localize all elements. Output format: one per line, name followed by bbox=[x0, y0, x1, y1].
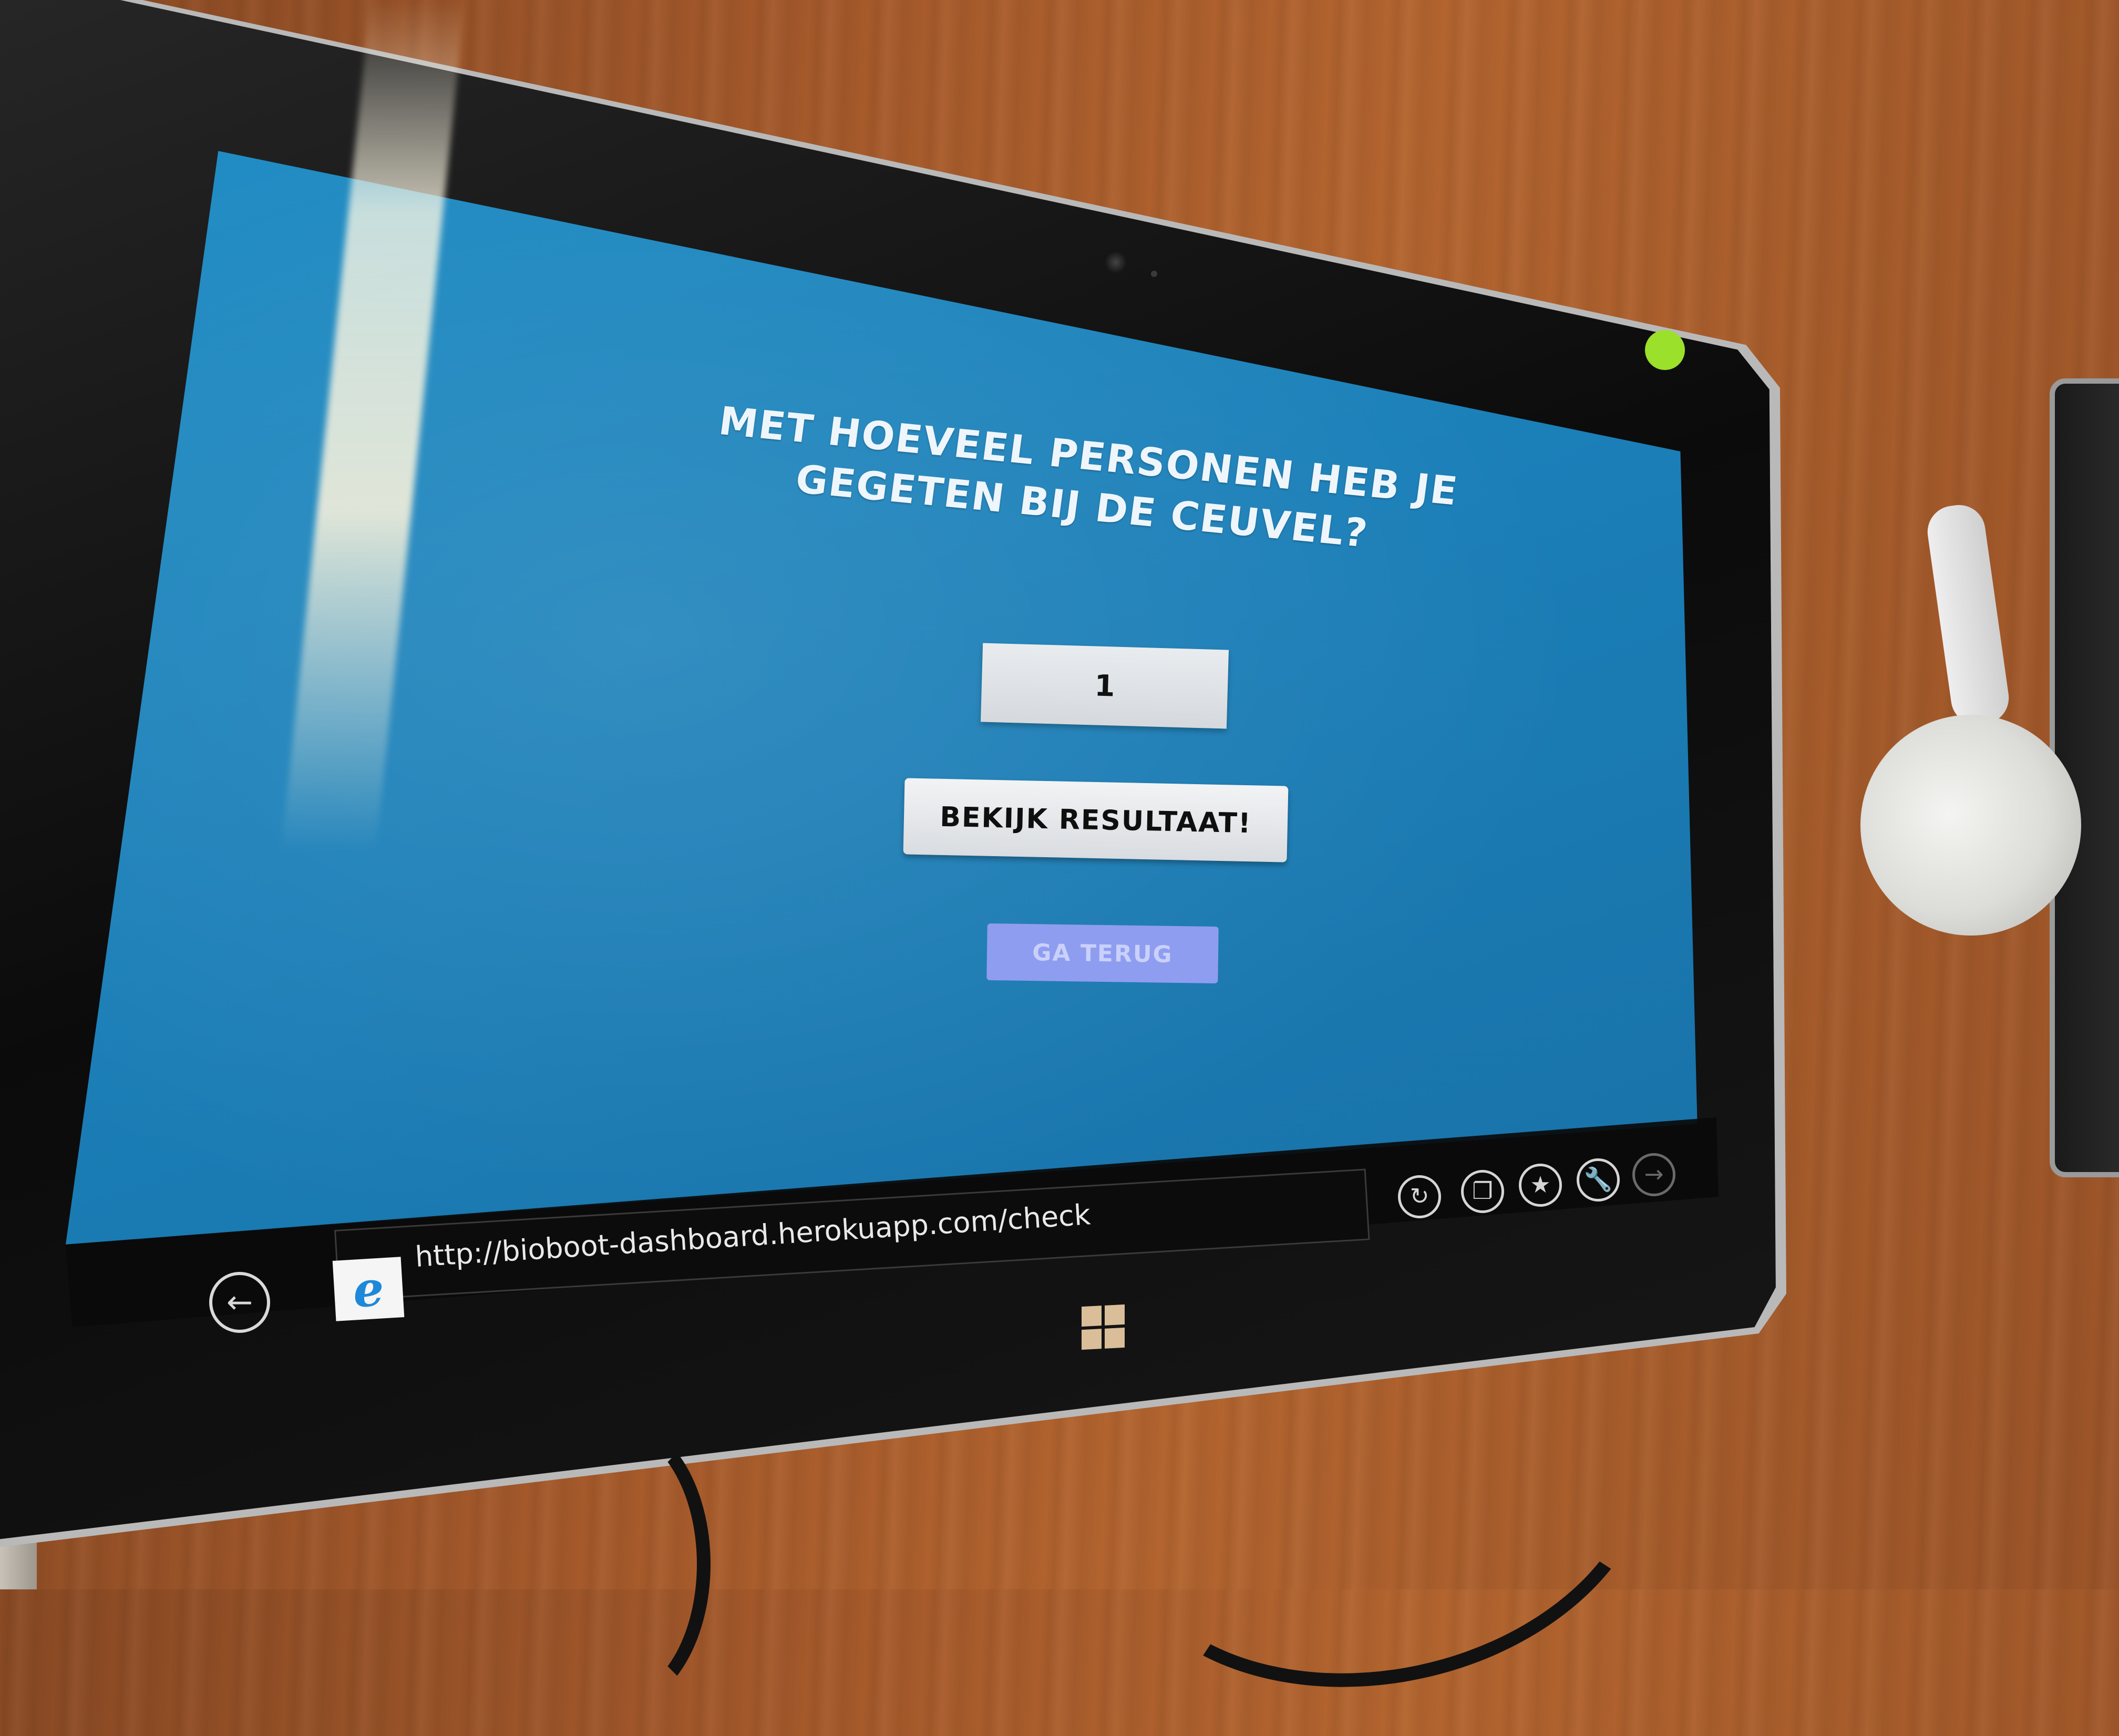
internet-explorer-icon: e bbox=[332, 1257, 405, 1321]
green-sticker bbox=[1645, 330, 1685, 370]
tools-button[interactable]: 🔧 bbox=[1577, 1158, 1620, 1201]
forward-icon: → bbox=[1644, 1161, 1664, 1188]
windows-logo-icon[interactable] bbox=[1082, 1304, 1125, 1350]
refresh-icon: ↻ bbox=[1410, 1183, 1429, 1210]
go-back-button[interactable]: GA TERUG bbox=[986, 923, 1219, 984]
webcam-icon bbox=[1105, 251, 1127, 273]
arrow-left-icon: ← bbox=[226, 1284, 253, 1321]
forward-button[interactable]: → bbox=[1632, 1153, 1675, 1196]
ie-logo-glyph: e bbox=[351, 1259, 386, 1319]
view-result-button[interactable]: BEKIJK RESULTAAT! bbox=[903, 778, 1289, 862]
power-cable-lower bbox=[526, 1419, 711, 1709]
security-camera bbox=[1860, 715, 2081, 936]
refresh-button[interactable]: ↻ bbox=[1398, 1175, 1441, 1218]
camera-mount-arm bbox=[1924, 501, 2012, 728]
persons-count-input[interactable] bbox=[980, 643, 1229, 729]
tabs-button[interactable]: ❐ bbox=[1461, 1170, 1504, 1213]
browser-back-button[interactable]: ← bbox=[209, 1272, 270, 1333]
webcam-indicator bbox=[1151, 271, 1157, 277]
favorites-button[interactable]: ★ bbox=[1519, 1164, 1562, 1207]
tools-icon: 🔧 bbox=[1583, 1166, 1613, 1193]
tabs-icon: ❐ bbox=[1472, 1178, 1493, 1205]
favorites-icon: ★ bbox=[1530, 1172, 1551, 1198]
